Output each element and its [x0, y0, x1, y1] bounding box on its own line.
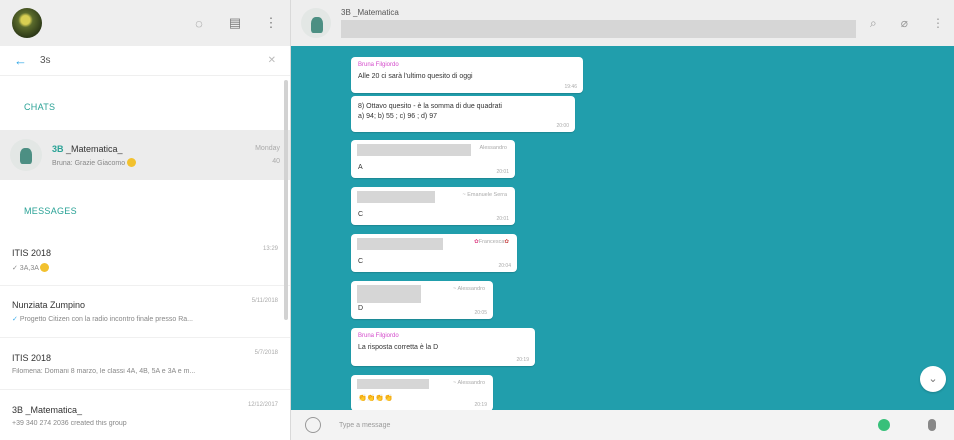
message-time: 12/12/2017 — [247, 402, 278, 408]
double-check-icon: ✓ — [12, 316, 18, 323]
bubble-sender: ~ Alessandro — [453, 286, 485, 292]
bubble-sender: ~ Alessandro — [453, 380, 485, 386]
arrow-left-icon[interactable]: ← — [14, 53, 34, 68]
bubble-sender: Bruna Filgiordo — [358, 62, 399, 68]
bubble-text: C — [358, 258, 364, 265]
chat-result-day: Monday — [255, 145, 280, 152]
message-snippet: ✓ 3A,3A — [12, 262, 263, 272]
members-redacted — [341, 20, 856, 38]
close-icon[interactable]: ✕ — [268, 55, 276, 66]
message-time: 5/11/2018 — [251, 298, 278, 304]
menu-icon[interactable]: ⋮ — [264, 15, 278, 31]
chat-result-badge: 40 — [272, 158, 280, 165]
bubble-text: Alle 20 ci sarà l'ultimo quesito di oggi — [358, 73, 473, 80]
search-input[interactable]: 3s — [40, 55, 51, 66]
bubble-sender: ✿Francesca✿ — [474, 239, 509, 245]
bubble-text: La risposta corretta è la D — [358, 344, 439, 351]
search-icon[interactable]: ⌕ — [870, 16, 877, 31]
my-avatar[interactable] — [12, 8, 42, 38]
chat-list-scrollbar[interactable] — [284, 80, 288, 320]
sender-redacted — [357, 285, 421, 303]
message-snippet: Filomena: Domani 8 marzo, le classi 4A, … — [12, 367, 196, 375]
menu-icon[interactable]: ⋮ — [932, 16, 944, 31]
microphone-icon[interactable] — [928, 419, 936, 431]
sender-redacted — [357, 379, 429, 389]
status-icon[interactable]: ◌ — [192, 16, 206, 31]
bubble-time: 20:19 — [516, 357, 529, 363]
section-chats-label: CHATS — [24, 102, 56, 112]
status-dot-icon — [878, 419, 890, 431]
message-bubble[interactable]: ~ Alessandro D 20:05 — [351, 281, 493, 319]
message-bubble[interactable]: 8) Ottavo quesito - è la somma di due qu… — [351, 96, 575, 132]
smile-emoji-icon — [127, 157, 137, 167]
message-bubble[interactable]: Alessandro A 20:01 — [351, 140, 515, 178]
attach-icon[interactable]: ⌀ — [901, 16, 908, 31]
message-result-item[interactable]: Nunziata Zumpino ✓ Progetto Citizen con … — [0, 286, 290, 338]
bubble-time: 20:04 — [498, 263, 511, 269]
bubble-text: 8) Ottavo quesito - è la somma di due qu… — [358, 103, 502, 110]
emoji-icon — [40, 262, 50, 272]
message-result-item[interactable]: ITIS 2018 ✓ 3A,3A 13:29 — [0, 234, 290, 286]
search-bar: ← 3s ✕ — [0, 46, 290, 76]
message-composer: Type a message — [291, 410, 954, 440]
message-bubble[interactable]: ✿Francesca✿ C 20:04 — [351, 234, 517, 272]
message-time: 13:29 — [262, 246, 278, 252]
bubble-time: 20:01 — [496, 169, 509, 175]
bubble-time: 20:00 — [556, 123, 569, 129]
message-title: 3B _Matematica_ — [12, 404, 83, 415]
message-result-item[interactable]: ITIS 2018 Filomena: Domani 8 marzo, le c… — [0, 338, 290, 390]
chat-result-item[interactable]: 3B _Matematica_ Bruna: Grazie Giacomo Mo… — [0, 130, 290, 180]
flower-emoji-icon: ✿ — [504, 239, 509, 245]
bubble-time: 19:46 — [564, 84, 577, 90]
group-avatar — [10, 139, 42, 171]
message-input[interactable]: Type a message — [339, 422, 878, 429]
message-snippet: ✓ Progetto Citizen con la radio incontro… — [12, 316, 193, 323]
conversation-pane: 3B _Matematica ⌕ ⌀ ⋮ Bruna Filgiordo All… — [291, 0, 954, 440]
message-bubble[interactable]: Bruna Filgiordo Alle 20 ci sarà l'ultimo… — [351, 57, 583, 93]
bubble-sender: Bruna Filgiordo — [358, 333, 399, 339]
message-title: ITIS 2018 — [12, 247, 52, 258]
bubble-time: 20:19 — [474, 402, 487, 408]
message-time: 5/7/2018 — [254, 350, 278, 356]
message-bubble[interactable]: Bruna Filgiordo La risposta corretta è l… — [351, 328, 535, 366]
chat-result-subtitle: Bruna: Grazie Giacomo — [52, 157, 255, 167]
sender-redacted — [357, 191, 435, 203]
bubble-time: 20:01 — [496, 216, 509, 222]
new-chat-icon[interactable]: ▤ — [228, 15, 242, 31]
message-result-item[interactable]: 3B _Matematica_ +39 340 274 2036 created… — [0, 390, 290, 440]
bubble-text: C — [358, 211, 364, 218]
message-title: Nunziata Zumpino — [12, 300, 86, 310]
bubble-text: D — [358, 305, 364, 312]
bubble-text: 👏👏👏👏 — [358, 395, 393, 402]
chat-list-pane: ◌ ▤ ⋮ ← 3s ✕ CHATS 3B _Matematica_ Bruna… — [0, 0, 291, 440]
conversation-header[interactable]: 3B _Matematica ⌕ ⌀ ⋮ — [291, 0, 954, 46]
sender-redacted — [357, 144, 471, 156]
message-snippet: +39 340 274 2036 created this group — [12, 419, 127, 427]
scroll-down-button[interactable]: ⌄ — [920, 366, 946, 392]
bubble-sender: Alessandro — [479, 145, 507, 151]
bubble-text: a) 94; b) 55 ; c) 96 ; d) 97 — [358, 113, 437, 121]
chevron-down-icon: ⌄ — [928, 373, 938, 385]
chat-result-title: 3B _Matematica_ — [52, 143, 123, 154]
bubble-text: A — [358, 164, 363, 171]
section-messages-label: MESSAGES — [24, 206, 77, 216]
message-title: ITIS 2018 — [12, 352, 52, 363]
message-bubble[interactable]: ~ Alessandro 👏👏👏👏 20:19 — [351, 375, 493, 411]
sender-redacted — [357, 238, 443, 250]
bubble-sender: ~ Emanuele Serra — [462, 192, 507, 198]
message-bubble[interactable]: ~ Emanuele Serra C 20:01 — [351, 187, 515, 225]
conversation-title: 3B _Matematica — [341, 8, 399, 17]
emoji-picker-icon[interactable] — [305, 417, 321, 433]
left-header: ◌ ▤ ⋮ — [0, 0, 290, 46]
group-avatar[interactable] — [301, 8, 331, 38]
bubble-time: 20:05 — [474, 310, 487, 316]
